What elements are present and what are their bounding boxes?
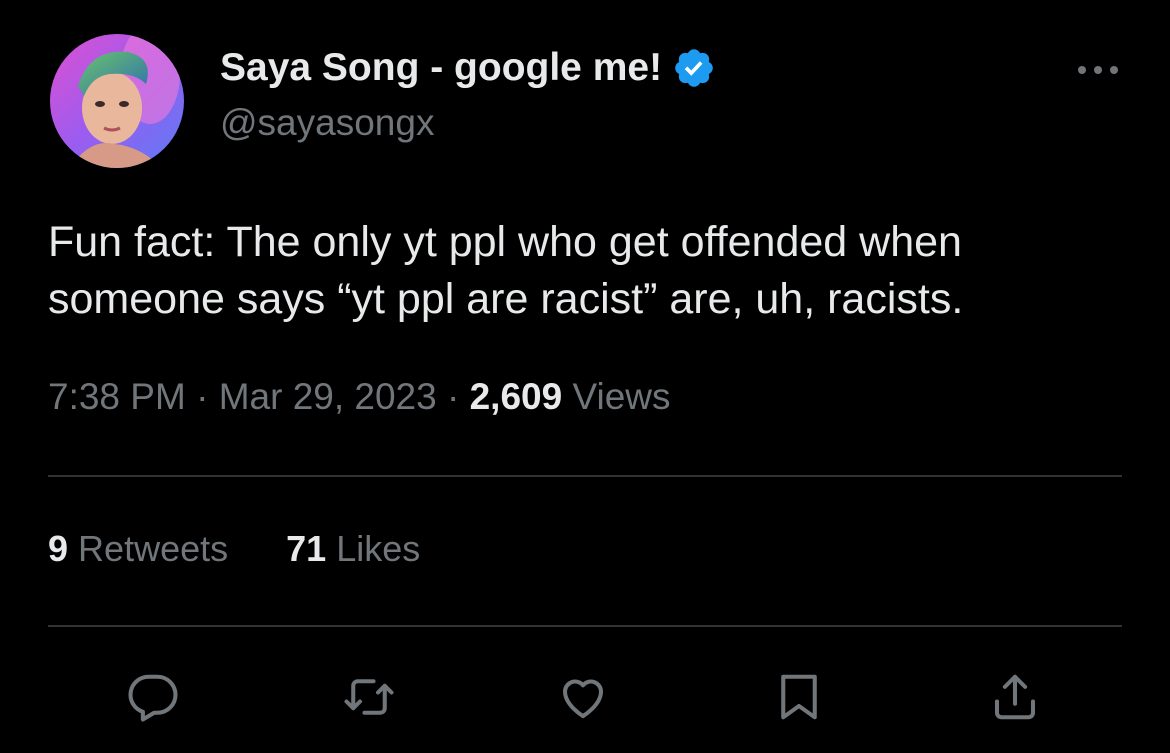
more-horizontal-icon[interactable] bbox=[1074, 60, 1122, 80]
tweet-stats: 9 Retweets 71 Likes bbox=[48, 528, 478, 570]
bookmark-icon[interactable] bbox=[772, 670, 826, 724]
divider bbox=[48, 475, 1122, 477]
likes-count: 71 bbox=[286, 528, 327, 569]
author-handle[interactable]: @sayasongx bbox=[220, 102, 434, 144]
meta-separator: · bbox=[447, 376, 460, 417]
tweet-date[interactable]: Mar 29, 2023 bbox=[219, 376, 437, 417]
action-bar bbox=[0, 670, 1170, 724]
meta-separator: · bbox=[196, 376, 209, 417]
retweets-stat[interactable]: 9 Retweets bbox=[48, 528, 228, 570]
divider bbox=[48, 625, 1122, 627]
reply-icon[interactable] bbox=[126, 670, 180, 724]
tweet-meta: 7:38 PM · Mar 29, 2023 · 2,609 Views bbox=[48, 376, 671, 418]
author-display-name[interactable]: Saya Song - google me! bbox=[220, 46, 662, 90]
views-count: 2,609 bbox=[469, 376, 563, 417]
tweet-text-line: Fun fact: The only yt ppl who get offend… bbox=[48, 218, 962, 266]
avatar[interactable] bbox=[50, 34, 184, 168]
retweet-icon[interactable] bbox=[342, 670, 396, 724]
verified-badge-icon[interactable] bbox=[672, 46, 716, 90]
tweet-time[interactable]: 7:38 PM bbox=[48, 376, 186, 417]
tweet-text-line: someone says “yt ppl are racist” are, uh… bbox=[48, 275, 964, 323]
likes-stat[interactable]: 71 Likes bbox=[286, 528, 420, 570]
avatar-image bbox=[50, 34, 184, 168]
likes-label: Likes bbox=[336, 528, 421, 569]
retweets-count: 9 bbox=[48, 528, 69, 569]
retweets-label: Retweets bbox=[78, 528, 229, 569]
heart-icon[interactable] bbox=[556, 670, 610, 724]
author-name-row: Saya Song - google me! bbox=[220, 42, 716, 94]
views-label: Views bbox=[572, 376, 671, 417]
share-icon[interactable] bbox=[988, 670, 1042, 724]
tweet-text: Fun fact: The only yt ppl who get offend… bbox=[48, 214, 1128, 328]
